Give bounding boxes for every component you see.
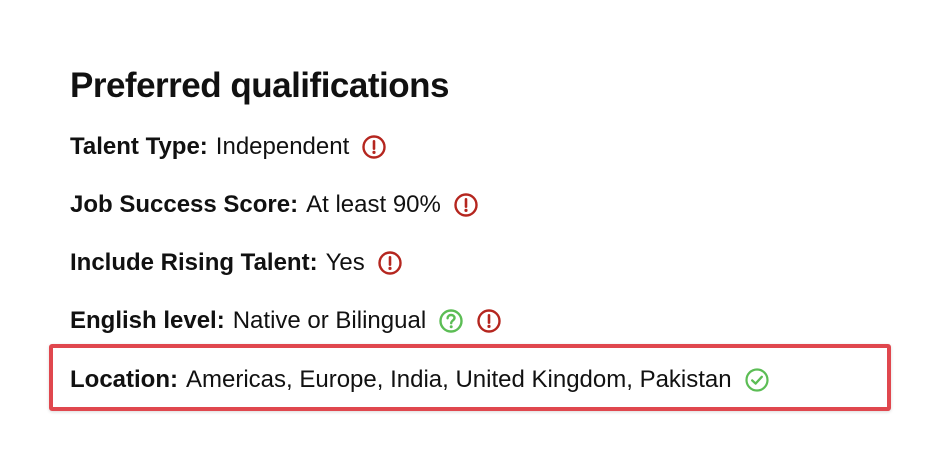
- qualification-include-rising-talent: Include Rising Talent: Yes: [70, 247, 403, 279]
- qualification-label: Talent Type:: [70, 133, 208, 160]
- qualification-label: English level:: [70, 307, 225, 334]
- help-icon[interactable]: [438, 308, 464, 334]
- qualification-label: Job Success Score:: [70, 191, 299, 218]
- qualification-job-success-score: Job Success Score: At least 90%: [70, 189, 479, 221]
- qualification-value: Yes: [325, 249, 365, 276]
- qualification-talent-type: Talent Type: Independent: [70, 131, 387, 163]
- alert-icon[interactable]: [453, 192, 479, 218]
- qualification-value: Native or Bilingual: [232, 307, 427, 334]
- qualification-english-level: English level: Native or Bilingual: [70, 305, 502, 337]
- qualification-location: Location: Americas, Europe, India, Unite…: [70, 364, 770, 396]
- alert-icon[interactable]: [476, 308, 502, 334]
- alert-icon[interactable]: [361, 134, 387, 160]
- alert-icon[interactable]: [377, 250, 403, 276]
- qualification-label: Include Rising Talent:: [70, 249, 318, 276]
- qualification-value: Americas, Europe, India, United Kingdom,…: [186, 366, 732, 393]
- qualification-value: At least 90%: [306, 191, 441, 218]
- qualification-value: Independent: [215, 133, 350, 160]
- preferred-qualifications-section: Preferred qualifications Talent Type: In…: [70, 62, 890, 393]
- check-icon[interactable]: [744, 367, 770, 393]
- qualification-label: Location:: [70, 366, 178, 393]
- section-title: Preferred qualifications: [70, 66, 449, 105]
